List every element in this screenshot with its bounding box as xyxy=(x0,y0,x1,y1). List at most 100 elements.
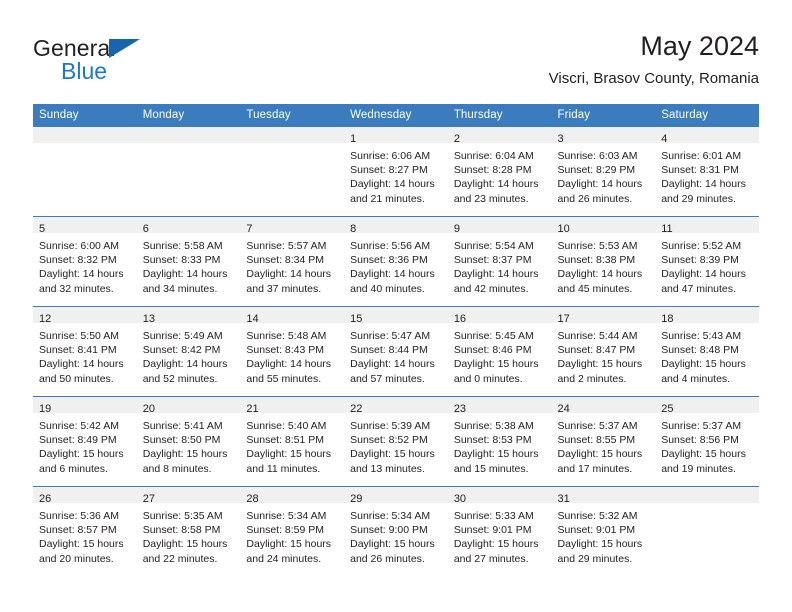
calendar-day-cell-empty xyxy=(33,127,137,217)
calendar-day-cell[interactable]: 8 Sunrise: 5:56 AM Sunset: 8:36 PM Daylight… xyxy=(344,216,448,307)
day-cell-inner: 29 Sunrise: 5:34 AM Sunset: 9:00 PM Dayligh… xyxy=(344,487,448,576)
sunset-text: Sunset: 8:56 PM xyxy=(661,434,739,447)
day-cell-inner: 28 Sunrise: 5:34 AM Sunset: 8:59 PM Dayligh… xyxy=(240,487,345,576)
daylight-text: Daylight: 15 hours xyxy=(661,358,746,371)
calendar-day-cell[interactable]: 18 Sunrise: 5:43 AM Sunset: 8:48 PM Dayligh… xyxy=(655,306,759,397)
daylight-text: Daylight: 15 hours xyxy=(350,448,435,461)
calendar-day-cell[interactable]: 14 Sunrise: 5:48 AM Sunset: 8:43 PM Dayligh… xyxy=(240,306,345,397)
calendar-day-cell[interactable]: 21 Sunrise: 5:40 AM Sunset: 8:51 PM Dayligh… xyxy=(240,396,345,487)
daylight-text-cont: and 21 minutes. xyxy=(350,192,425,205)
daylight-text: Daylight: 15 hours xyxy=(246,538,332,551)
weekday-header-friday: Friday xyxy=(551,104,656,127)
calendar-day-cell[interactable]: 2 Sunrise: 6:04 AM Sunset: 8:28 PM Daylight… xyxy=(447,127,552,217)
day-number: 21 xyxy=(246,403,259,415)
daylight-text: Daylight: 15 hours xyxy=(557,538,643,551)
calendar-day-cell[interactable]: 5 Sunrise: 6:00 AM Sunset: 8:32 PM Daylight… xyxy=(33,216,137,307)
day-cell-inner: 4 Sunrise: 6:01 AM Sunset: 8:31 PM Daylight… xyxy=(655,127,759,216)
sunrise-text: Sunrise: 6:06 AM xyxy=(350,150,431,162)
calendar-day-cell[interactable]: 11 Sunrise: 5:52 AM Sunset: 8:39 PM Dayligh… xyxy=(655,216,759,307)
day-cell-inner xyxy=(240,127,345,216)
sunset-text: Sunset: 8:47 PM xyxy=(557,344,636,357)
daylight-text: Daylight: 14 hours xyxy=(350,268,435,281)
sunrise-text: Sunrise: 5:33 AM xyxy=(453,510,534,522)
sunrise-text: Sunrise: 5:58 AM xyxy=(142,240,223,252)
daylight-text: Daylight: 14 hours xyxy=(453,178,539,191)
calendar-day-cell[interactable]: 12 Sunrise: 5:50 AM Sunset: 8:41 PM Dayligh… xyxy=(33,306,137,397)
day-cell-details: Sunrise: 5:40 AM Sunset: 8:51 PM Daylight:… xyxy=(240,413,344,476)
day-cell-inner: 14 Sunrise: 5:48 AM Sunset: 8:43 PM Dayligh… xyxy=(240,307,345,396)
daylight-text-cont: and 40 minutes. xyxy=(350,282,425,295)
day-cell-inner: 6 Sunrise: 5:58 AM Sunset: 8:33 PM Daylight… xyxy=(136,217,241,306)
day-number: 17 xyxy=(557,313,570,325)
calendar-day-cell[interactable]: 30 Sunrise: 5:33 AM Sunset: 9:01 PM Dayligh… xyxy=(447,486,552,576)
day-cell-inner: 21 Sunrise: 5:40 AM Sunset: 8:51 PM Dayligh… xyxy=(240,397,345,486)
day-number-strip: 27 xyxy=(136,487,241,505)
day-cell-details: Sunrise: 5:35 AM Sunset: 8:58 PM Daylight:… xyxy=(137,503,241,566)
day-number-strip: 4 xyxy=(655,127,759,145)
sunrise-text: Sunrise: 5:38 AM xyxy=(453,420,534,432)
day-cell-details: Sunrise: 6:03 AM Sunset: 8:29 PM Daylight:… xyxy=(552,143,656,206)
calendar-day-cell-empty xyxy=(136,127,241,217)
day-cell-details xyxy=(655,503,759,509)
calendar-day-cell[interactable]: 19 Sunrise: 5:42 AM Sunset: 8:49 PM Dayligh… xyxy=(33,396,137,487)
daylight-text-cont: and 6 minutes. xyxy=(39,462,108,475)
day-number-strip: 24 xyxy=(551,397,656,415)
sunrise-text: Sunrise: 5:37 AM xyxy=(661,420,742,432)
calendar-day-cell[interactable]: 23 Sunrise: 5:38 AM Sunset: 8:53 PM Dayligh… xyxy=(447,396,552,487)
day-cell-details: Sunrise: 5:34 AM Sunset: 8:59 PM Daylight:… xyxy=(240,503,344,566)
calendar-day-cell[interactable]: 3 Sunrise: 6:03 AM Sunset: 8:29 PM Daylight… xyxy=(551,127,656,217)
sunset-text: Sunset: 8:51 PM xyxy=(246,434,325,447)
day-cell-details: Sunrise: 6:06 AM Sunset: 8:27 PM Daylight:… xyxy=(344,143,448,206)
calendar-day-cell[interactable]: 20 Sunrise: 5:41 AM Sunset: 8:50 PM Dayligh… xyxy=(136,396,241,487)
day-cell-inner: 11 Sunrise: 5:52 AM Sunset: 8:39 PM Dayligh… xyxy=(655,217,759,306)
sunrise-text: Sunrise: 5:56 AM xyxy=(350,240,431,252)
calendar-day-cell[interactable]: 24 Sunrise: 5:37 AM Sunset: 8:55 PM Dayligh… xyxy=(551,396,656,487)
day-cell-details: Sunrise: 5:34 AM Sunset: 9:00 PM Daylight:… xyxy=(344,503,448,566)
day-cell-details: Sunrise: 5:49 AM Sunset: 8:42 PM Daylight:… xyxy=(137,323,241,386)
sunset-text: Sunset: 8:48 PM xyxy=(661,344,739,357)
calendar-day-cell[interactable]: 1 Sunrise: 6:06 AM Sunset: 8:27 PM Daylight… xyxy=(344,127,448,217)
page-subtitle: Viscri, Brasov County, Romania xyxy=(548,70,759,87)
day-number: 25 xyxy=(661,403,674,415)
daylight-text-cont: and 19 minutes. xyxy=(661,462,736,475)
day-cell-details: Sunrise: 5:41 AM Sunset: 8:50 PM Daylight:… xyxy=(137,413,241,476)
daylight-text-cont: and 34 minutes. xyxy=(142,282,218,295)
calendar-day-cell[interactable]: 31 Sunrise: 5:32 AM Sunset: 9:01 PM Dayligh… xyxy=(551,486,656,576)
calendar-day-cell[interactable]: 25 Sunrise: 5:37 AM Sunset: 8:56 PM Dayligh… xyxy=(655,396,759,487)
sunrise-text: Sunrise: 5:50 AM xyxy=(39,330,119,342)
calendar-day-cell[interactable]: 10 Sunrise: 5:53 AM Sunset: 8:38 PM Dayligh… xyxy=(551,216,656,307)
sunrise-text: Sunrise: 5:34 AM xyxy=(246,510,327,522)
day-number: 30 xyxy=(453,493,467,505)
day-number-strip: 7 xyxy=(240,217,345,235)
calendar-page: General Blue May 2024 Viscri, Brasov Cou… xyxy=(0,0,792,612)
calendar-day-cell[interactable]: 29 Sunrise: 5:34 AM Sunset: 9:00 PM Dayligh… xyxy=(344,486,448,576)
day-number-strip xyxy=(240,127,345,143)
day-number-strip: 1 xyxy=(344,127,448,145)
calendar-day-cell[interactable]: 4 Sunrise: 6:01 AM Sunset: 8:31 PM Daylight… xyxy=(655,127,759,217)
calendar-day-cell[interactable]: 16 Sunrise: 5:45 AM Sunset: 8:46 PM Dayligh… xyxy=(447,306,552,397)
calendar-day-cell[interactable]: 7 Sunrise: 5:57 AM Sunset: 8:34 PM Daylight… xyxy=(240,216,345,307)
day-number-strip xyxy=(33,127,137,143)
daylight-text-cont: and 45 minutes. xyxy=(557,282,633,295)
calendar-day-cell[interactable]: 27 Sunrise: 5:35 AM Sunset: 8:58 PM Dayligh… xyxy=(136,486,241,576)
calendar-week-row: 12 Sunrise: 5:50 AM Sunset: 8:41 PM Dayligh… xyxy=(33,306,759,397)
calendar-day-cell[interactable]: 6 Sunrise: 5:58 AM Sunset: 8:33 PM Daylight… xyxy=(136,216,241,307)
sunset-text: Sunset: 8:58 PM xyxy=(142,524,221,537)
weekday-header-thursday: Thursday xyxy=(447,104,552,127)
daylight-text: Daylight: 15 hours xyxy=(453,358,539,371)
daylight-text-cont: and 26 minutes. xyxy=(350,552,425,565)
sunrise-text: Sunrise: 5:36 AM xyxy=(39,510,119,522)
calendar-day-cell[interactable]: 15 Sunrise: 5:47 AM Sunset: 8:44 PM Dayligh… xyxy=(344,306,448,397)
weekday-header-sunday: Sunday xyxy=(33,104,137,127)
daylight-text-cont: and 23 minutes. xyxy=(453,192,529,205)
calendar-day-cell[interactable]: 22 Sunrise: 5:39 AM Sunset: 8:52 PM Dayligh… xyxy=(344,396,448,487)
day-cell-inner: 17 Sunrise: 5:44 AM Sunset: 8:47 PM Dayligh… xyxy=(551,307,656,396)
calendar-day-cell[interactable]: 28 Sunrise: 5:34 AM Sunset: 8:59 PM Dayligh… xyxy=(240,486,345,576)
day-number-strip: 26 xyxy=(33,487,137,505)
calendar-day-cell[interactable]: 9 Sunrise: 5:54 AM Sunset: 8:37 PM Daylight… xyxy=(447,216,552,307)
calendar-day-cell[interactable]: 26 Sunrise: 5:36 AM Sunset: 8:57 PM Dayligh… xyxy=(33,486,137,576)
page-title: May 2024 xyxy=(640,31,759,61)
calendar-day-cell[interactable]: 13 Sunrise: 5:49 AM Sunset: 8:42 PM Dayligh… xyxy=(136,306,241,397)
calendar-day-cell[interactable]: 17 Sunrise: 5:44 AM Sunset: 8:47 PM Dayligh… xyxy=(551,306,656,397)
sunrise-text: Sunrise: 5:45 AM xyxy=(453,330,534,342)
